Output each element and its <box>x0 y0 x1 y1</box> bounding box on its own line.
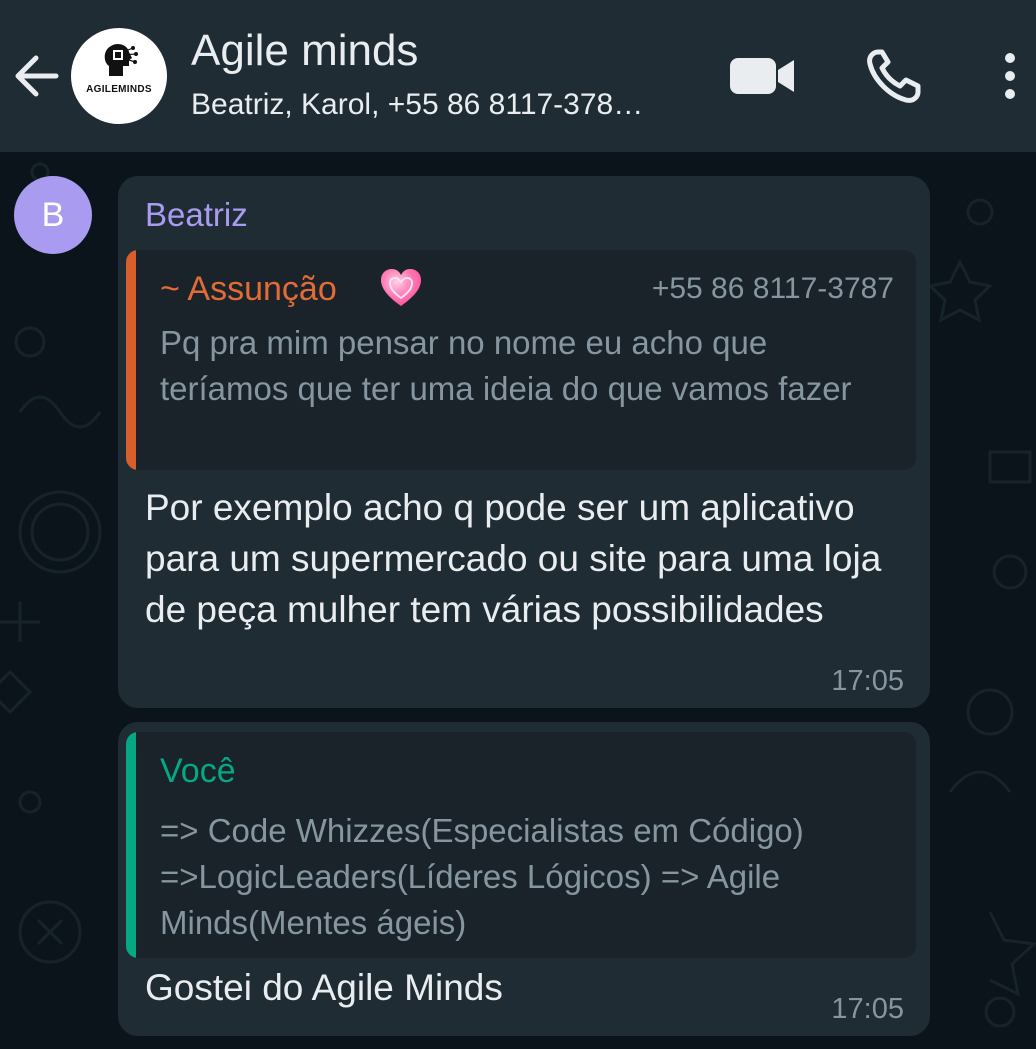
quoted-message[interactable]: Você => Code Whizzes(Especialistas em Có… <box>126 732 916 958</box>
group-logo-text: AGILEMINDS <box>86 84 152 95</box>
quote-author: ~ Assunção <box>160 270 337 308</box>
back-arrow-icon[interactable] <box>12 48 62 104</box>
quote-text: => Code Whizzes(Especialistas em Código)… <box>160 812 804 941</box>
brain-chip-logo-icon <box>104 44 138 76</box>
group-members-subtitle[interactable]: Beatriz, Karol, +55 86 8117-378… <box>191 88 701 122</box>
quote-phone: +55 86 8117-3787 <box>651 272 894 305</box>
message-text: Por exemplo acho q pode ser um aplicativ… <box>145 487 882 630</box>
quote-accent-bar <box>126 250 136 470</box>
quote-accent-bar <box>126 732 136 958</box>
sender-avatar[interactable]: B <box>14 176 92 254</box>
phone-icon[interactable] <box>864 48 924 106</box>
quoted-message[interactable]: ~ Assunção +55 86 8117-3787 Pq pra mim p… <box>126 250 916 470</box>
video-call-icon[interactable] <box>726 52 798 100</box>
message-bubble[interactable]: Você => Code Whizzes(Especialistas em Có… <box>118 722 930 1036</box>
chat-header: AGILEMINDS Agile minds Beatriz, Karol, +… <box>0 0 1036 152</box>
sender-name[interactable]: Beatriz <box>145 196 248 234</box>
group-title[interactable]: Agile minds <box>191 26 418 76</box>
quote-text: Pq pra mim pensar no nome eu acho que te… <box>160 324 852 407</box>
message-time: 17:05 <box>831 665 904 697</box>
quote-author: Você <box>160 752 236 790</box>
group-avatar[interactable]: AGILEMINDS <box>71 28 167 124</box>
more-vert-icon[interactable] <box>994 50 1026 102</box>
message-time: 17:05 <box>831 993 904 1025</box>
heart-emoji-icon <box>381 269 421 306</box>
message-text: Gostei do Agile Minds <box>145 967 503 1008</box>
message-bubble[interactable]: Beatriz ~ Assunção +55 86 8117-3787 Pq p… <box>118 176 930 708</box>
